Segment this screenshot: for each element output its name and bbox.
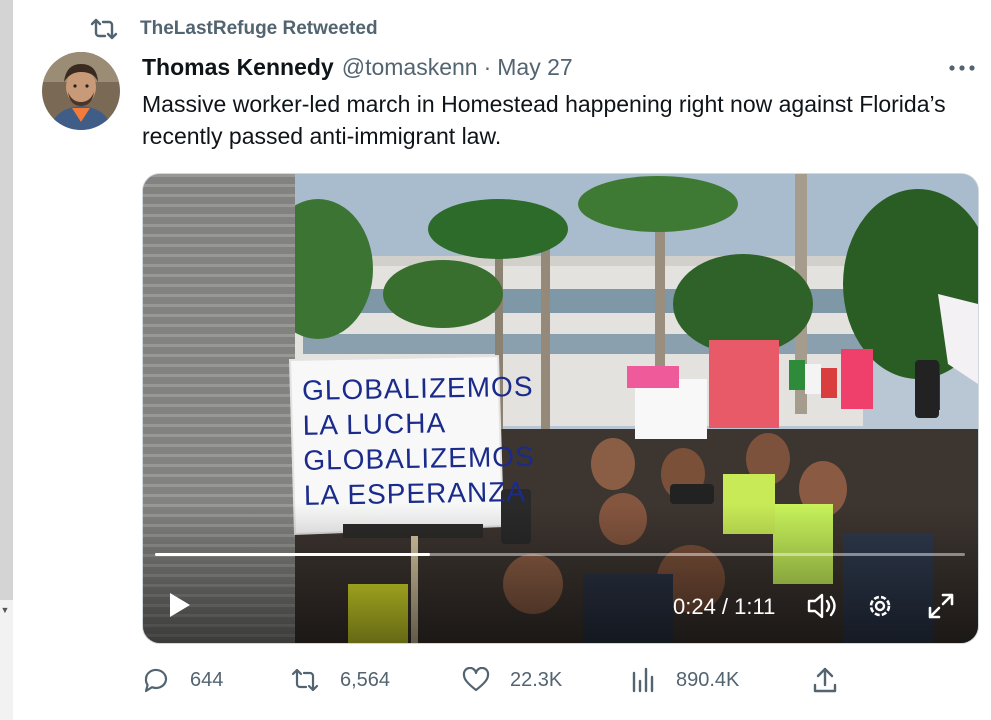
reply-button[interactable]: 644 [142, 663, 223, 697]
sign-line: LA ESPERANZA [303, 475, 527, 511]
browser-scrollbar-lower [0, 600, 13, 720]
video-time-display: 0:24 / 1:11 [673, 594, 776, 619]
tweet-date[interactable]: May 27 [497, 54, 572, 81]
video-controls: 0:24 / 1:11 [143, 579, 978, 629]
video-progress-bar[interactable] [155, 553, 965, 556]
reply-count: 644 [190, 668, 224, 691]
play-button[interactable] [165, 591, 193, 619]
sign-line: GLOBALIZEMOS [303, 440, 535, 476]
header-separator: · [483, 53, 492, 80]
video-frame [143, 174, 978, 643]
more-options-button[interactable] [944, 55, 980, 81]
retweet-count: 6,564 [340, 668, 391, 691]
video-progress-fill [155, 553, 431, 556]
fullscreen-icon [928, 593, 954, 619]
tweet-actions-bar: 644 6,564 22.3K 890.4K [142, 663, 982, 697]
author-handle[interactable]: @tomaskenn [342, 54, 478, 81]
retweet-icon [291, 668, 319, 692]
like-count: 22.3K [510, 668, 563, 691]
scroll-down-arrow-icon[interactable]: ▼ [0, 605, 10, 615]
heart-icon [462, 667, 490, 692]
retweet-icon [90, 18, 126, 40]
reply-bubble-icon [144, 668, 168, 693]
share-button[interactable] [812, 663, 838, 697]
video-player[interactable]: GLOBALIZEMOS LA LUCHA GLOBALIZEMOS LA ES… [142, 173, 979, 644]
volume-icon [807, 593, 836, 619]
sign-line: LA LUCHA [302, 407, 447, 441]
like-button[interactable]: 22.3K [462, 663, 562, 697]
retweet-button[interactable]: 6,564 [290, 663, 390, 697]
settings-gear-icon [869, 595, 891, 617]
tweet-text: Massive worker-led march in Homestead ha… [142, 91, 946, 149]
fullscreen-button[interactable] [926, 591, 956, 621]
volume-button[interactable] [806, 591, 840, 621]
play-icon [170, 593, 190, 617]
author-avatar[interactable] [42, 52, 120, 130]
share-upload-icon [813, 667, 837, 693]
view-count: 890.4K [676, 668, 740, 691]
sign-line: GLOBALIZEMOS [301, 370, 534, 406]
more-dots-icon [949, 65, 975, 71]
retweet-banner[interactable]: TheLastRefuge Retweeted [90, 15, 378, 43]
author-name[interactable]: Thomas Kennedy [142, 54, 334, 81]
protest-sign-text: GLOBALIZEMOS LA LUCHA GLOBALIZEMOS LA ES… [301, 369, 535, 513]
settings-button[interactable] [865, 591, 895, 621]
views-bar-chart-icon [632, 667, 654, 693]
views-button[interactable]: 890.4K [630, 663, 739, 697]
retweeted-by-label: TheLastRefuge Retweeted [140, 18, 378, 39]
